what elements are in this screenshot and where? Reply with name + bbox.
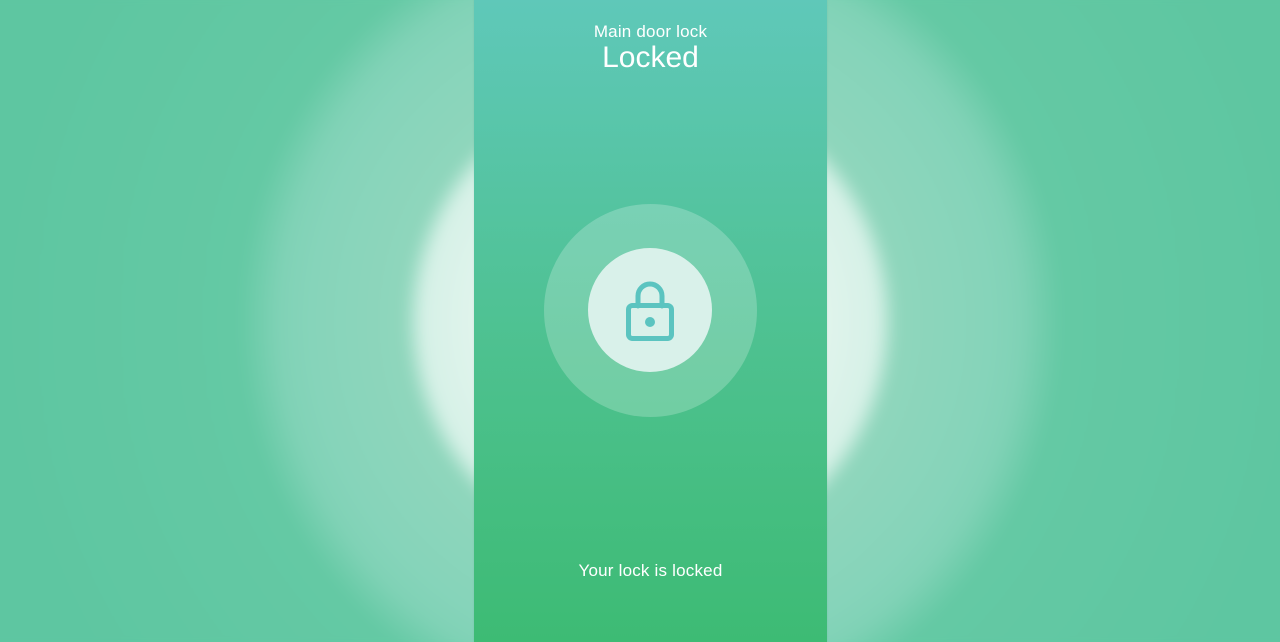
lock-toggle-button[interactable] <box>544 204 757 417</box>
lock-state-title: Locked <box>602 41 699 74</box>
device-name: Main door lock <box>593 22 708 41</box>
lock-button-inner[interactable] <box>588 248 712 372</box>
lock-screen: Main door lock Locked Your lock is locke… <box>474 0 827 642</box>
lock-icon <box>624 278 676 342</box>
status-message: Your lock is locked <box>578 561 723 580</box>
